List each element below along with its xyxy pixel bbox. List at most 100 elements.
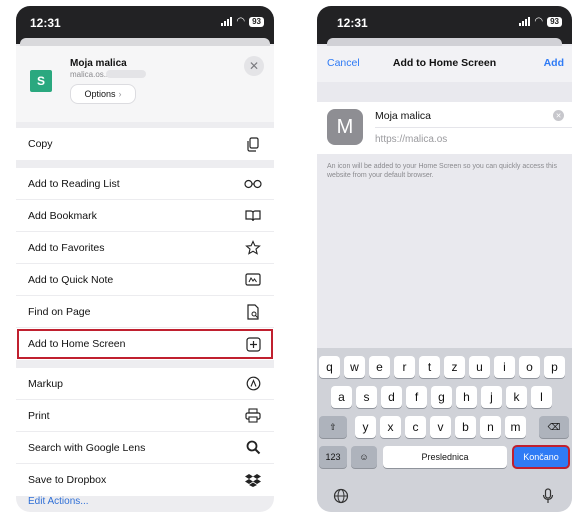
star-icon	[244, 239, 262, 257]
key-r[interactable]: r	[394, 356, 415, 378]
key-n[interactable]: n	[480, 416, 501, 438]
action-label: Add to Reading List	[28, 177, 120, 190]
key-o[interactable]: o	[519, 356, 540, 378]
site-logo-icon: S	[30, 70, 52, 92]
wifi-icon: ◠	[534, 16, 544, 27]
page-title: Add to Home Screen	[392, 57, 497, 69]
bookmark-form: M Moja malica ✕ https://malica.os	[317, 102, 572, 154]
battery-icon: 93	[547, 16, 562, 27]
action-row-print[interactable]: Print	[16, 400, 274, 432]
signal-icon	[221, 17, 233, 26]
keyboard: q w e r t z u i o p a s d f g h j k l ⇧ y x c v b n m ⌫ 123 ☺ Presledn…	[317, 348, 572, 512]
find-on-page-icon	[244, 303, 262, 321]
status-icons: ◠ 93	[519, 16, 562, 27]
action-row-add-to-favorites[interactable]: Add to Favorites	[16, 232, 274, 264]
status-icons: ◠ 93	[221, 16, 264, 27]
key-a[interactable]: a	[331, 386, 352, 408]
key-i[interactable]: i	[494, 356, 515, 378]
status-bar: 12:31 ◠ 93	[16, 6, 274, 46]
key-y[interactable]: y	[355, 416, 376, 438]
action-row-copy[interactable]: Copy	[16, 128, 274, 160]
markup-icon	[244, 375, 262, 393]
action-label: Find on Page	[28, 305, 91, 318]
screenshot-pair: 12:31 ◠ 93 S Moja malica malica.os.si Op…	[0, 0, 572, 515]
key-x[interactable]: x	[380, 416, 401, 438]
redacted-url-part	[106, 70, 146, 78]
chevron-right-icon: ›	[118, 89, 122, 99]
key-q[interactable]: q	[319, 356, 340, 378]
key-l[interactable]: l	[531, 386, 552, 408]
numbers-key[interactable]: 123	[319, 446, 347, 468]
backspace-key-icon[interactable]: ⌫	[539, 416, 569, 438]
options-label: Options	[84, 89, 116, 99]
action-label: Add to Quick Note	[28, 273, 114, 286]
options-button[interactable]: Options ›	[70, 84, 136, 104]
share-sheet-phone: 12:31 ◠ 93 S Moja malica malica.os.si Op…	[16, 6, 274, 512]
clear-icon[interactable]: ✕	[553, 110, 564, 121]
app-icon-preview: M	[327, 109, 363, 145]
edit-actions-link[interactable]: Edit Actions...	[28, 496, 89, 507]
key-h[interactable]: h	[456, 386, 477, 408]
nav-bar: Cancel Add to Home Screen Add	[317, 46, 572, 82]
name-input[interactable]: Moja malica	[375, 110, 431, 122]
action-label: Add Bookmark	[28, 209, 97, 222]
background-tab	[327, 38, 562, 46]
microphone-icon[interactable]	[538, 486, 558, 506]
action-row-add-to-quick-note[interactable]: Add to Quick Note	[16, 264, 274, 296]
key-d[interactable]: d	[381, 386, 402, 408]
key-g[interactable]: g	[431, 386, 452, 408]
emoji-key-icon[interactable]: ☺	[351, 446, 377, 468]
action-group-extensions: Markup Print Search with Google Lens Save t…	[16, 368, 274, 496]
key-j[interactable]: j	[481, 386, 502, 408]
close-icon[interactable]: ✕	[244, 56, 264, 76]
action-row-add-to-home-screen[interactable]: Add to Home Screen	[16, 328, 274, 360]
search-icon	[244, 439, 262, 457]
key-e[interactable]: e	[369, 356, 390, 378]
dropbox-icon	[244, 471, 262, 489]
key-t[interactable]: t	[419, 356, 440, 378]
action-row-add-to-reading-list[interactable]: Add to Reading List	[16, 168, 274, 200]
key-k[interactable]: k	[506, 386, 527, 408]
action-label: Add to Home Screen	[28, 338, 126, 350]
globe-icon[interactable]	[331, 486, 351, 506]
action-row-search-with-google-lens[interactable]: Search with Google Lens	[16, 432, 274, 464]
status-bar: 12:31 ◠ 93	[317, 6, 572, 46]
key-f[interactable]: f	[406, 386, 427, 408]
action-label: Markup	[28, 377, 64, 390]
action-row-markup[interactable]: Markup	[16, 368, 274, 400]
action-label: Save to Dropbox	[28, 474, 107, 486]
action-row-find-on-page[interactable]: Find on Page	[16, 296, 274, 328]
signal-icon	[519, 17, 531, 26]
action-row-save-to-dropbox[interactable]: Save to Dropbox	[16, 464, 274, 496]
key-z[interactable]: z	[444, 356, 465, 378]
key-w[interactable]: w	[344, 356, 365, 378]
add-home-screen-phone: 12:31 ◠ 93 Cancel Add to Home Screen Add…	[317, 6, 572, 512]
wifi-icon: ◠	[236, 16, 246, 27]
action-label: Add to Favorites	[28, 241, 105, 254]
book-icon	[244, 207, 262, 225]
key-v[interactable]: v	[430, 416, 451, 438]
action-label: Search with Google Lens	[28, 441, 146, 454]
status-time: 12:31	[30, 16, 61, 30]
key-b[interactable]: b	[455, 416, 476, 438]
quick-note-icon	[244, 271, 262, 289]
shift-key-icon[interactable]: ⇧	[319, 416, 347, 438]
add-button[interactable]: Add	[544, 57, 564, 69]
battery-icon: 93	[249, 16, 264, 27]
done-key[interactable]: Končano	[512, 445, 570, 469]
action-label: Print	[28, 409, 50, 422]
share-header: S Moja malica malica.os.si Options › ✕	[16, 46, 274, 122]
space-key[interactable]: Preslednica	[383, 446, 507, 468]
key-u[interactable]: u	[469, 356, 490, 378]
action-group-copy: Copy	[16, 128, 274, 160]
key-p[interactable]: p	[544, 356, 565, 378]
status-time: 12:31	[337, 16, 368, 30]
action-group-main: Add to Reading List Add Bookmark Add to Fa…	[16, 168, 274, 360]
copy-icon	[244, 135, 262, 153]
key-s[interactable]: s	[356, 386, 377, 408]
glasses-icon	[244, 175, 262, 193]
key-m[interactable]: m	[505, 416, 526, 438]
divider	[375, 127, 572, 128]
key-c[interactable]: c	[405, 416, 426, 438]
action-row-add-bookmark[interactable]: Add Bookmark	[16, 200, 274, 232]
